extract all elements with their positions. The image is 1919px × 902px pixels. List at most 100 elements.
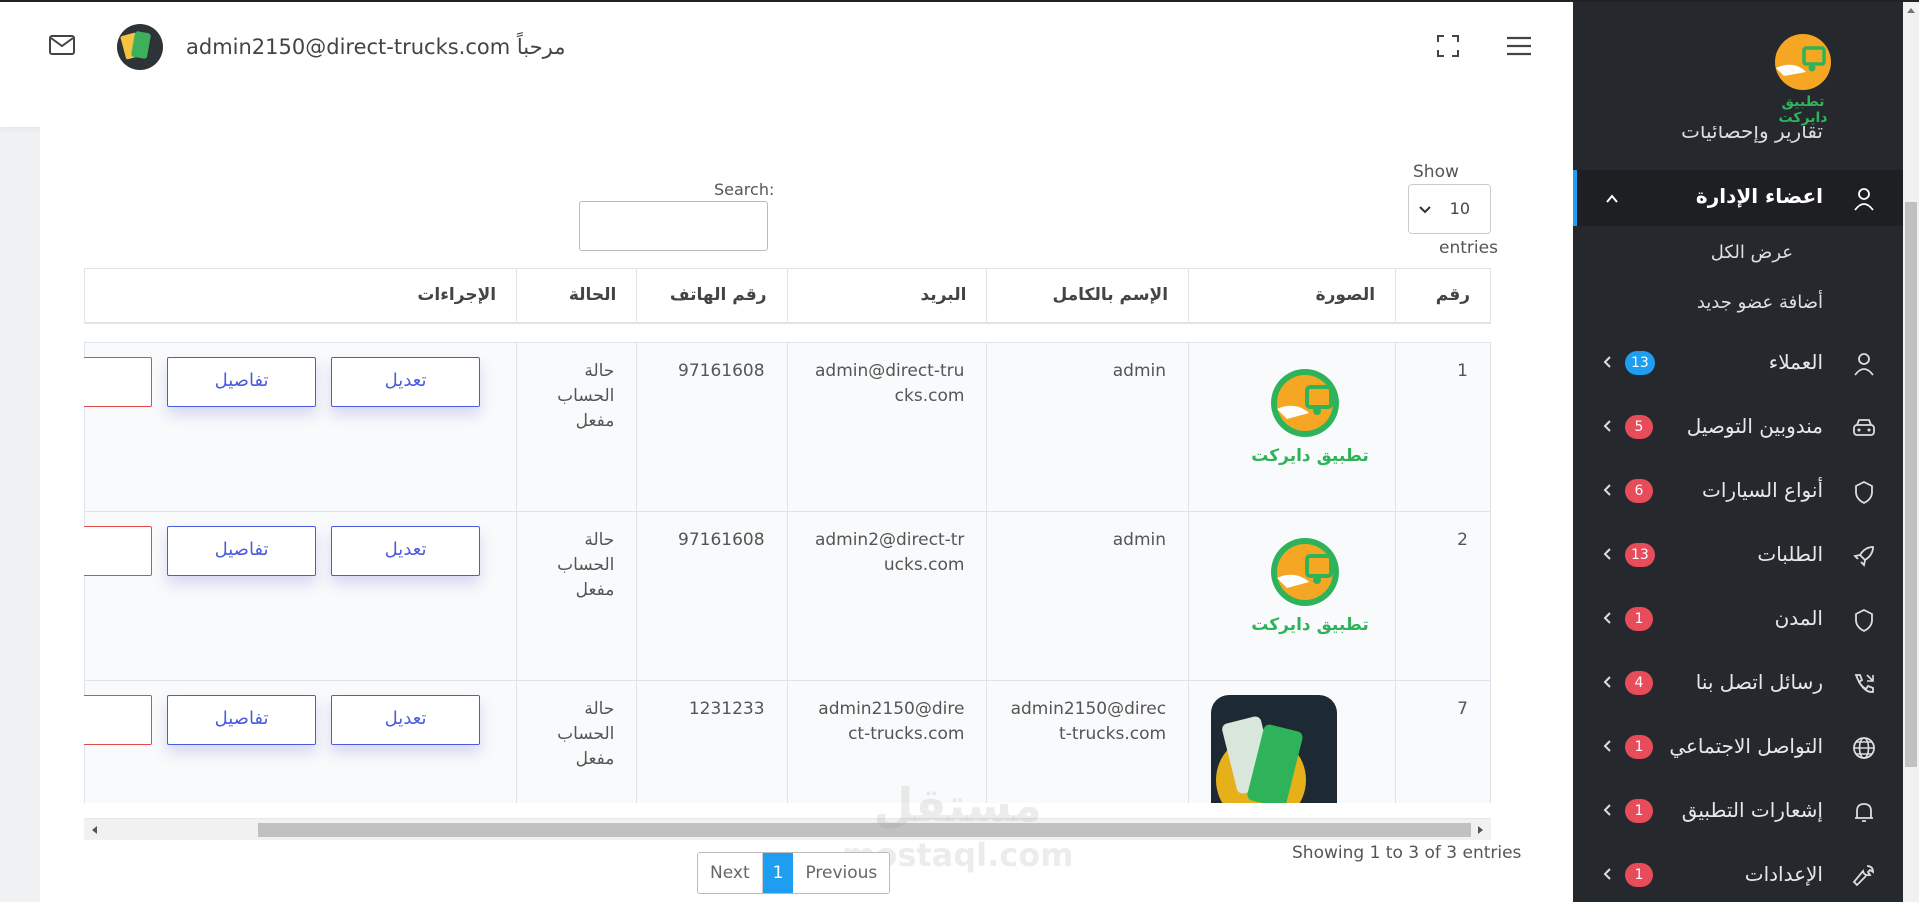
count-badge: 4 xyxy=(1625,671,1653,695)
row-status: حالة الحساب مفعل xyxy=(516,680,638,803)
scroll-up-arrow-icon[interactable] xyxy=(1907,8,1915,13)
globe-icon xyxy=(1853,737,1875,759)
table-row: 1 تطبيق دايركت admin admin@direct-trucks… xyxy=(84,342,1491,512)
sidebar-item-cities[interactable]: المدن 1 xyxy=(1573,594,1903,644)
sidebar-item-label: إشعارات التطبيق xyxy=(1681,798,1823,822)
details-button[interactable]: تفاصيل xyxy=(167,357,317,407)
shield-icon xyxy=(1855,480,1873,505)
delete-button[interactable] xyxy=(84,357,153,407)
pagination-page-1[interactable]: 1 xyxy=(762,853,794,893)
sidebar-item-settings[interactable]: الإعدادات 1 xyxy=(1573,850,1903,900)
chevron-left-icon xyxy=(1603,676,1611,688)
delete-button[interactable] xyxy=(84,526,153,576)
column-header-number[interactable]: رقم xyxy=(1395,268,1491,324)
sidebar-item-social[interactable]: التواصل الاجتماعي 1 xyxy=(1573,722,1903,772)
table-spacer xyxy=(84,322,1491,343)
chevron-left-icon xyxy=(1603,804,1611,816)
chevron-left-icon xyxy=(1603,612,1611,624)
direct-app-logo-image: تطبيق دايركت xyxy=(1251,369,1369,466)
count-badge: 1 xyxy=(1625,607,1653,631)
row-image-cell xyxy=(1188,680,1397,803)
sidebar-item-label: العملاء xyxy=(1768,350,1823,374)
chevron-left-icon xyxy=(1603,420,1611,432)
admins-table: رقم الصورة الإسم بالكامل البريد رقم الها… xyxy=(84,268,1491,803)
row-number: 2 xyxy=(1395,511,1491,681)
sidebar-item-contact-messages[interactable]: رسائل اتصل بنا 4 xyxy=(1573,658,1903,708)
row-actions: تعديل تفاصيل xyxy=(84,680,518,803)
sidebar-item-admin-members[interactable]: اعضاء الإدارة xyxy=(1573,170,1903,226)
count-badge: 13 xyxy=(1625,351,1655,375)
watermark-arabic: مستقل xyxy=(873,778,1042,832)
chevron-left-icon xyxy=(1603,548,1611,560)
row-actions: تعديل تفاصيل xyxy=(84,511,518,681)
sidebar-subitem-view-all[interactable]: عرض الكل xyxy=(1711,242,1793,263)
entries-label: entries xyxy=(1439,238,1498,258)
column-header-phone[interactable]: رقم الهاتف xyxy=(636,268,788,324)
column-header-actions: الإجراءات xyxy=(84,268,518,324)
wrench-icon xyxy=(1852,865,1874,887)
sidebar-scrollbar[interactable] xyxy=(1903,2,1919,902)
row-phone: 1231233 xyxy=(636,680,788,803)
logo-caption: تطبيق دايركت xyxy=(1251,615,1368,635)
top-header: admin2150@direct-trucks.com مرحباً xyxy=(0,2,1573,127)
count-badge: 1 xyxy=(1625,735,1653,759)
row-actions: تعديل تفاصيل xyxy=(84,342,518,512)
column-header-image[interactable]: الصورة xyxy=(1188,268,1397,324)
row-image-cell: تطبيق دايركت xyxy=(1188,342,1397,512)
sidebar-item-label: التواصل الاجتماعي xyxy=(1669,734,1823,758)
fullscreen-icon[interactable] xyxy=(1436,34,1460,58)
welcome-text: admin2150@direct-trucks.com مرحباً xyxy=(186,35,566,59)
scrollbar-thumb[interactable] xyxy=(1905,202,1917,767)
column-header-status[interactable]: الحالة xyxy=(516,268,638,324)
column-header-full-name[interactable]: الإسم بالكامل xyxy=(986,268,1190,324)
sidebar-item-customers[interactable]: العملاء 13 xyxy=(1573,338,1903,388)
scroll-right-arrow-icon[interactable] xyxy=(1478,826,1483,834)
sidebar-item-car-types[interactable]: أنواع السيارات 6 xyxy=(1573,466,1903,516)
count-badge: 1 xyxy=(1625,863,1653,887)
edit-button[interactable]: تعديل xyxy=(331,357,481,407)
direct-app-logo-image: تطبيق دايركت xyxy=(1251,538,1369,635)
sidebar-item-label: أنواع السيارات xyxy=(1702,478,1823,502)
pagination-previous[interactable]: Previous xyxy=(793,853,890,893)
sidebar-item-app-notifications[interactable]: إشعارات التطبيق 1 xyxy=(1573,786,1903,836)
row-email: admin@direct-trucks.com xyxy=(786,342,988,512)
user-icon xyxy=(1854,353,1874,376)
window-top-border xyxy=(0,0,1919,2)
delete-button[interactable] xyxy=(84,695,153,745)
user-icon xyxy=(1854,188,1874,211)
chevron-left-icon xyxy=(1603,484,1611,496)
edit-button[interactable]: تعديل xyxy=(331,526,481,576)
table-row: 7 admin2150@direct-trucks.com admin2150@… xyxy=(84,680,1491,803)
column-header-email[interactable]: البريد xyxy=(786,268,988,324)
chevron-left-icon xyxy=(1603,356,1611,368)
sidebar-item-delivery-drivers[interactable]: مندوبين التوصيل 5 xyxy=(1573,402,1903,452)
sidebar-item-orders[interactable]: الطلبات 13 xyxy=(1573,530,1903,580)
count-badge: 13 xyxy=(1625,543,1655,567)
sidebar-subitem-add-member[interactable]: أضافة عضو جديد xyxy=(1697,292,1823,313)
hamburger-menu-icon[interactable] xyxy=(1506,36,1532,56)
table-info-text: Showing 1 to 3 of 3 entries xyxy=(1292,843,1522,863)
table-horizontal-scrollbar[interactable] xyxy=(84,818,1491,840)
avatar[interactable] xyxy=(117,24,163,70)
pagination-next[interactable]: Next xyxy=(698,853,763,893)
row-phone: 97161608 xyxy=(636,342,788,512)
logo-text: تطبيق دايركت xyxy=(1778,94,1828,126)
scroll-left-arrow-icon[interactable] xyxy=(92,826,97,834)
row-full-name: admin xyxy=(986,342,1190,512)
logo-caption: تطبيق دايركت xyxy=(1251,446,1368,466)
row-status: حالة الحساب مفعل xyxy=(516,511,638,681)
count-badge: 5 xyxy=(1625,415,1653,439)
sidebar-item-label: الإعدادات xyxy=(1744,862,1823,886)
mail-icon[interactable] xyxy=(48,34,76,56)
details-button[interactable]: تفاصيل xyxy=(167,526,317,576)
sidebar-item-label: المدن xyxy=(1774,606,1823,630)
sidebar-item-label: الطلبات xyxy=(1757,542,1823,566)
page-length-select[interactable]: 10 xyxy=(1408,184,1491,234)
sidebar: تقارير وإحصائيات تطبيق دايركت اعضاء الإد… xyxy=(1573,2,1903,902)
edit-button[interactable]: تعديل xyxy=(331,695,481,745)
car-icon xyxy=(1853,419,1875,436)
chevron-left-icon xyxy=(1603,740,1611,752)
search-input[interactable] xyxy=(579,201,768,251)
details-button[interactable]: تفاصيل xyxy=(167,695,317,745)
row-number: 7 xyxy=(1395,680,1491,803)
